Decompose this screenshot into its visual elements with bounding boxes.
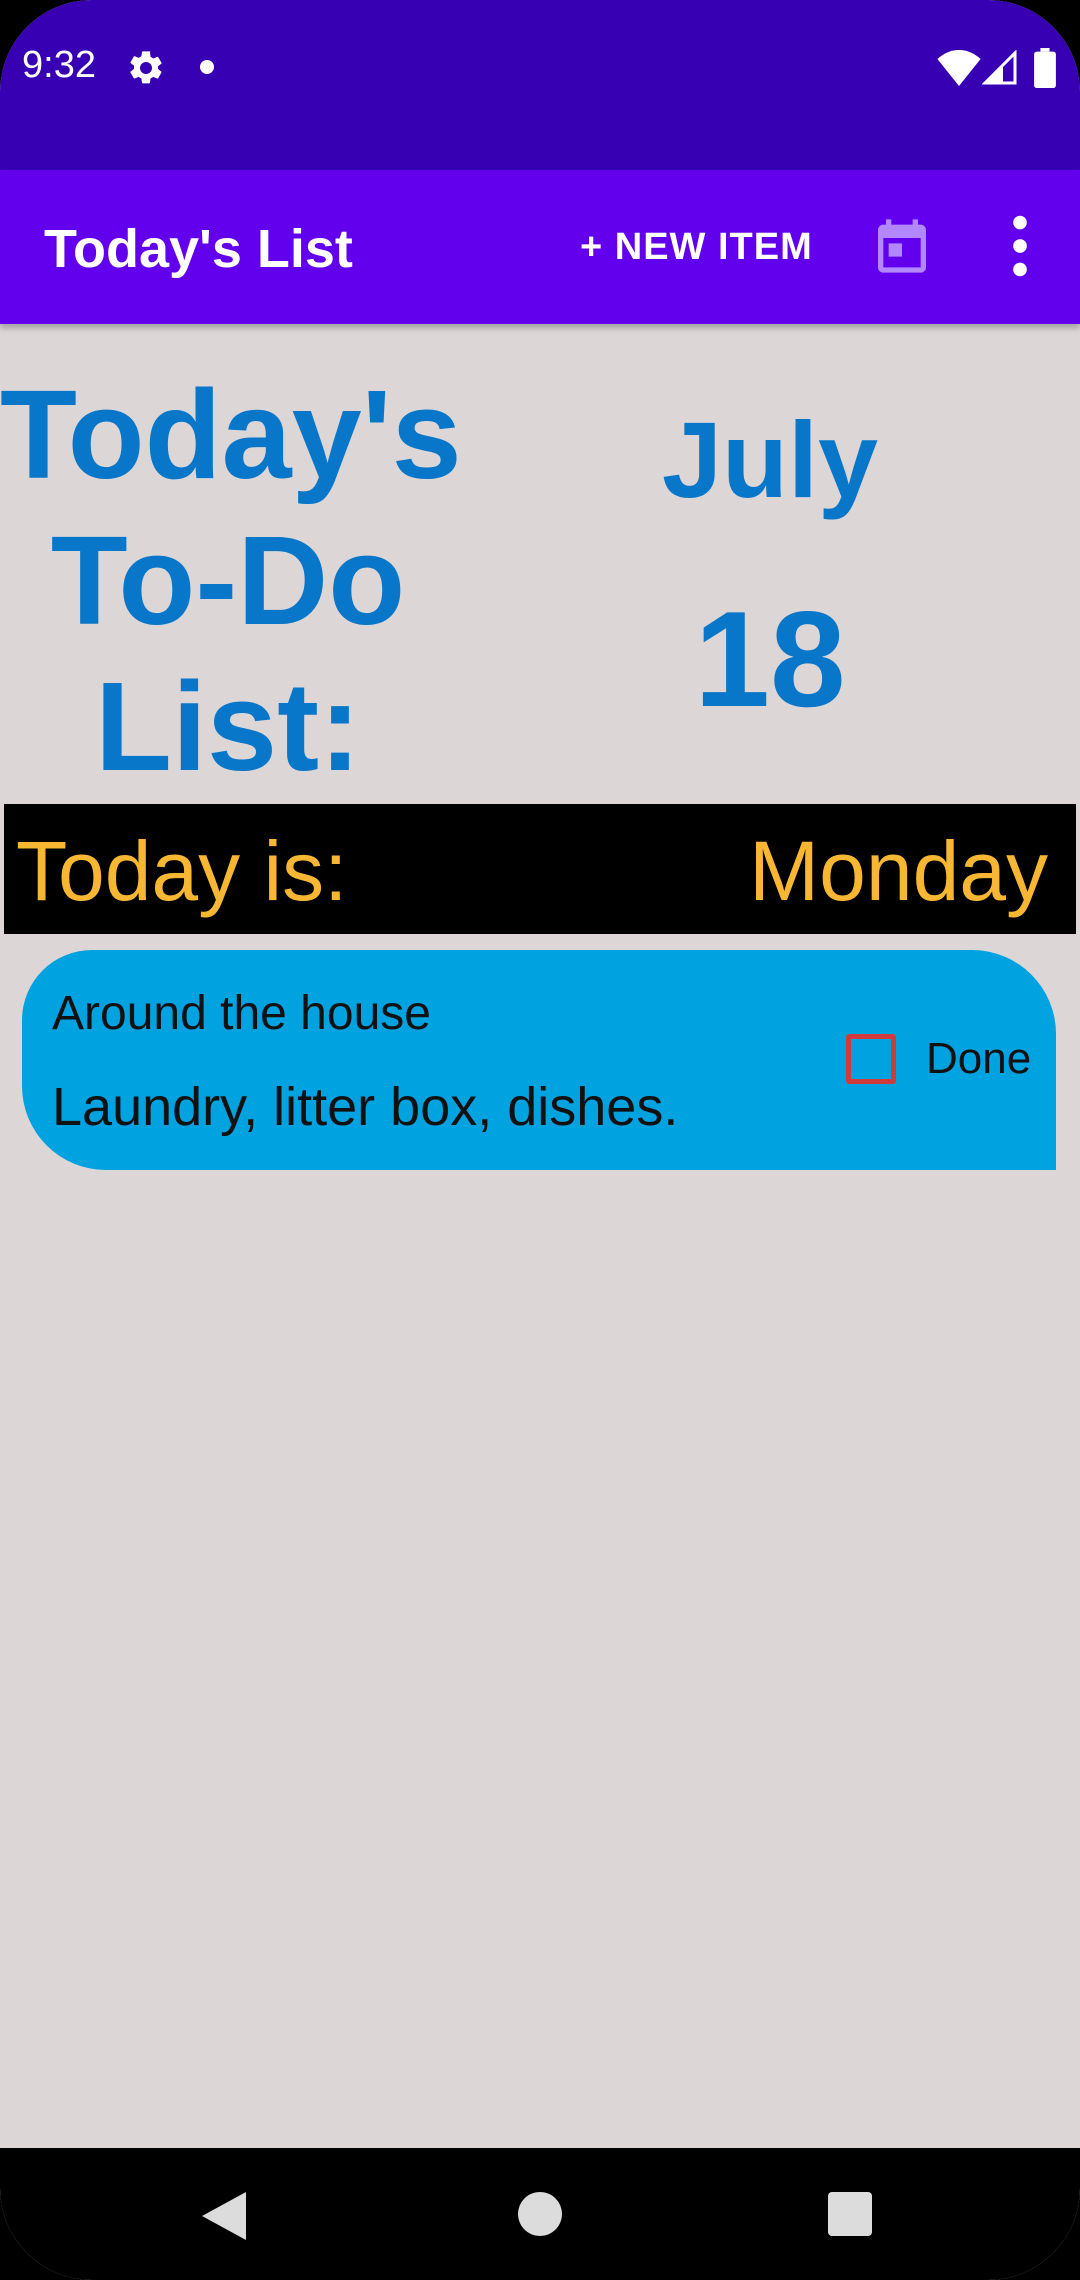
battery-icon	[1034, 48, 1056, 88]
more-vert-icon[interactable]	[1000, 214, 1040, 278]
day-number: 18	[694, 583, 846, 735]
task-description: Laundry, litter box, dishes.	[52, 1077, 679, 1137]
done-checkbox[interactable]	[846, 1034, 896, 1084]
status-bar: 9:32	[0, 0, 1080, 170]
signal-icon	[982, 50, 1017, 85]
screen: 9:32 Today's List + NEW ITEM Today's To-…	[0, 0, 1080, 2280]
month-label: July	[661, 399, 879, 520]
app-title: Today's List	[44, 219, 353, 279]
app-bar: Today's List + NEW ITEM	[0, 170, 1080, 324]
wifi-icon	[937, 50, 981, 86]
list-heading: Today's To-Do List:	[0, 362, 462, 800]
gear-icon	[130, 51, 162, 84]
heading-line-3: List:	[95, 656, 361, 797]
today-bar: Today is: Monday	[4, 804, 1076, 934]
task-card[interactable]: Around the house Laundry, litter box, di…	[22, 950, 1056, 1170]
done-label: Done	[926, 1034, 1032, 1083]
today-label: Today is:	[16, 824, 348, 918]
recents-icon[interactable]	[828, 2192, 872, 2236]
status-time: 9:32	[22, 44, 96, 86]
navigation-bar	[0, 2148, 1080, 2280]
weekday-label: Monday	[749, 824, 1048, 918]
heading-line-2: To-Do	[50, 510, 406, 651]
back-icon[interactable]	[202, 2192, 246, 2240]
calendar-icon[interactable]	[870, 214, 934, 278]
task-category: Around the house	[52, 987, 431, 1040]
notification-dot-icon	[200, 60, 214, 74]
home-icon[interactable]	[518, 2192, 562, 2236]
heading-line-1: Today's	[0, 364, 462, 505]
new-item-button[interactable]: + NEW ITEM	[580, 220, 813, 274]
